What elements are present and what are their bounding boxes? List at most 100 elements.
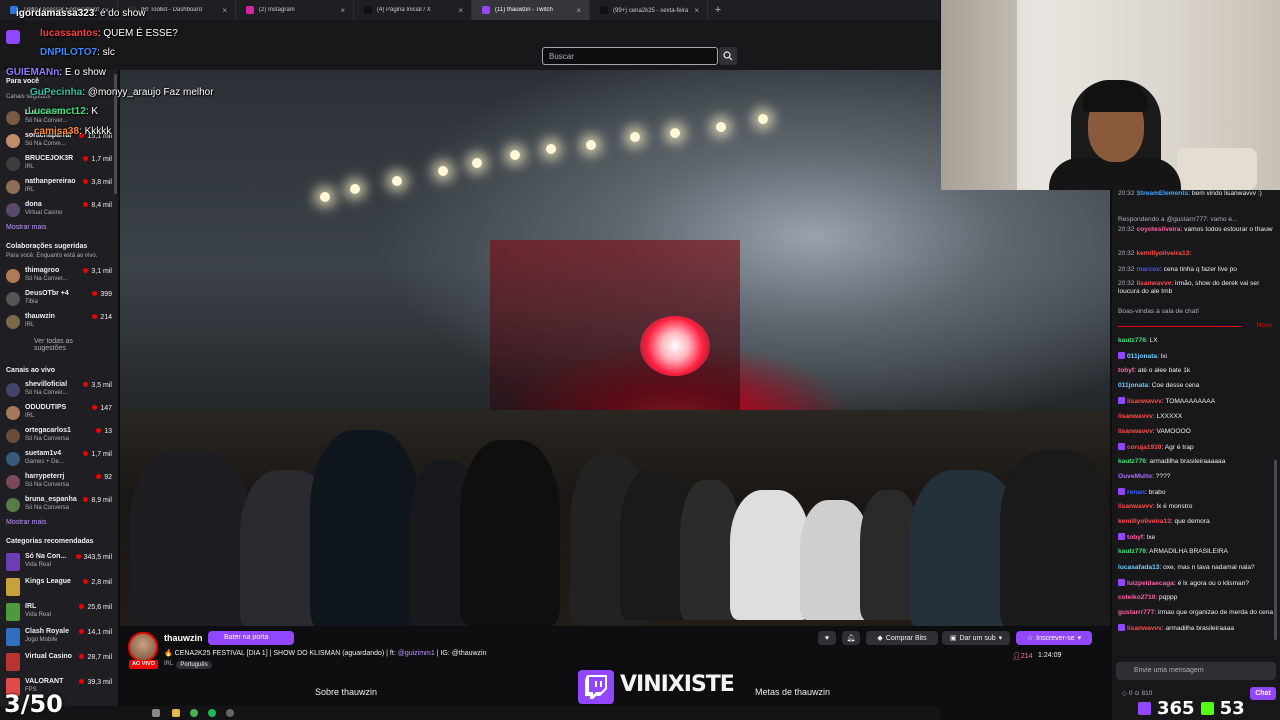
channel-item[interactable]: suetam1v4 Games + De... 1,7 mil <box>6 449 112 469</box>
notifications-button[interactable]: 🔔︎ <box>842 631 860 645</box>
show-more-link[interactable]: Mostrar mais <box>6 224 46 231</box>
chat-username[interactable]: kemillyoliveira13 <box>1118 518 1171 525</box>
tag-category[interactable]: IRL <box>164 661 173 669</box>
chat-username[interactable]: 011jonata <box>1127 353 1157 360</box>
chat-username[interactable]: coruja1910 <box>1127 444 1161 451</box>
chat-username[interactable]: coyotesilveira <box>1137 226 1181 233</box>
stream-title-mention[interactable]: @guizimm1 <box>398 650 435 657</box>
channel-item[interactable]: nathanpereirao IRL 3,8 mil <box>6 177 112 197</box>
chat-text: : bem vindo lisanwavvv :) <box>1188 190 1262 197</box>
folder-icon[interactable] <box>172 709 180 717</box>
browser-tab[interactable]: (2) Instagram × <box>236 0 354 20</box>
gift-sub-button[interactable]: ▣ Dar um sub ▾ <box>942 631 1010 645</box>
chat-text: : Coe desse cena <box>1148 382 1200 390</box>
channel-avatar[interactable] <box>128 632 158 662</box>
goals-tab[interactable]: Metas de thauwzin <box>755 687 830 697</box>
close-tab-icon[interactable]: × <box>458 6 463 15</box>
category-item[interactable]: Kings League 2,8 mil <box>6 577 112 597</box>
channel-item[interactable]: thauwzin IRL 214 <box>6 312 112 332</box>
browser-tab[interactable]: (4) Página Inicial / X × <box>354 0 472 20</box>
chat-username[interactable]: kemillyoliveira13 <box>1137 250 1190 257</box>
chat-username[interactable]: kautz776 <box>1118 337 1146 344</box>
new-tab-button[interactable]: + <box>708 0 728 20</box>
spotify-icon[interactable] <box>208 709 216 717</box>
chat-username[interactable]: luizpeldaecaga <box>1127 580 1174 587</box>
overlay-chat-line: Lucasmct12: K <box>28 106 98 117</box>
channel-item[interactable]: BRUCEJOK3R IRL 1,7 mil <box>6 154 112 174</box>
chat-username[interactable]: kautz776 <box>1118 548 1146 555</box>
show-more-link[interactable]: Mostrar mais <box>6 519 46 526</box>
left-sidebar: Para você Canais seguidos Lucasmct12 Só Na … <box>0 70 118 706</box>
chat-text: : <box>1189 250 1192 257</box>
knock-button[interactable]: Bater na porta <box>208 631 294 645</box>
chat-text: : pqppp <box>1155 593 1178 601</box>
chat-message-input[interactable]: Envie uma mensagem <box>1116 662 1276 680</box>
overlay-chat-line: camisa38: Kkkkk <box>34 126 111 137</box>
see-all-suggestions[interactable]: Ver todas as sugestões <box>6 338 112 358</box>
search-icon <box>723 51 733 61</box>
chat-username[interactable]: lisanwavvv <box>1127 625 1162 632</box>
follow-button[interactable]: ♥ <box>818 631 836 645</box>
chat-username[interactable]: lisanwavvv <box>1118 428 1153 435</box>
chat-username[interactable]: lucasafada13 <box>1118 564 1159 571</box>
chat-username[interactable]: StreamElements <box>1137 190 1189 197</box>
chat-welcome-text: Boas-vindas à sala de chat! <box>1118 308 1200 315</box>
chat-username[interactable]: lisanwavvv <box>1118 413 1153 420</box>
chat-timestamp: 20:32 <box>1118 190 1135 197</box>
close-tab-icon[interactable]: × <box>340 6 345 15</box>
channel-item[interactable]: ortegacarlos1 Só Na Conversa 13 <box>6 426 112 446</box>
chat-username[interactable]: gustarrr777 <box>1118 609 1154 616</box>
chat-username[interactable]: kautz776 <box>1118 458 1146 465</box>
stage-light <box>350 184 360 194</box>
category-item[interactable]: Virtual Casino 28,7 mil <box>6 652 112 672</box>
category-box-art <box>6 653 20 671</box>
buy-bits-button[interactable]: ◆ Comprar Bits <box>866 631 938 645</box>
channel-points[interactable]: ◇ 0 ⊙ 810 <box>1122 689 1152 697</box>
category-item[interactable]: Clash Royale Jogo Mobile 14,1 mil <box>6 627 112 647</box>
category-item[interactable]: IRL Vida Real 25,6 mil <box>6 602 112 622</box>
browser-tab[interactable]: (99+) cena2k25 - sexta-feira ⊕ × <box>590 0 708 20</box>
chat-username[interactable]: OuveMuito <box>1118 473 1152 480</box>
avatar <box>6 111 20 125</box>
overlay-chat-user: camisa38 <box>34 126 80 137</box>
chat-message: 011jonata: lxi <box>1118 352 1274 361</box>
chat-username[interactable]: coleiko2710 <box>1118 594 1155 601</box>
channel-item[interactable]: DeusOTbr +4 Tibia 399 <box>6 289 112 309</box>
browser-tab[interactable]: (11) thauwzin - Twitch × <box>472 0 590 20</box>
app-icon[interactable] <box>226 709 234 717</box>
close-tab-icon[interactable]: × <box>222 6 227 15</box>
chrome-icon[interactable] <box>190 709 198 717</box>
chat-scrollbar[interactable] <box>1274 460 1277 640</box>
chat-username[interactable]: renan <box>1127 489 1145 496</box>
chat-text: : irmao que organizao de merda do cena <box>1154 608 1274 616</box>
close-tab-icon[interactable]: × <box>576 6 581 15</box>
search-input[interactable]: Buscar <box>542 47 718 65</box>
about-tab[interactable]: Sobre thauwzin <box>315 687 377 697</box>
channel-name[interactable]: thauwzin <box>164 633 203 643</box>
close-tab-icon[interactable]: × <box>694 6 699 15</box>
category-item[interactable]: Só Na Con... Vida Real 343,5 mil <box>6 552 112 572</box>
live-dot-icon <box>83 156 89 161</box>
search-button[interactable] <box>719 47 737 65</box>
channel-item[interactable]: dona Virtual Casino 8,4 mil <box>6 200 112 220</box>
chat-username[interactable]: 011jonata <box>1118 382 1148 389</box>
taskview-icon[interactable] <box>152 709 160 717</box>
channel-item[interactable]: bruna_espanha Só Na Conversa 8,9 mil <box>6 495 112 515</box>
channel-item[interactable]: ODUDUTIPS IRL 147 <box>6 403 112 423</box>
chat-username[interactable]: tobyf <box>1118 367 1134 374</box>
chat-username[interactable]: lisanwavvv <box>1127 398 1162 405</box>
channel-category: IRL <box>25 187 35 193</box>
chat-username[interactable]: marcos <box>1137 266 1160 273</box>
subscribe-button[interactable]: ☆ Inscrever-se ▾ <box>1016 631 1092 645</box>
chat-send-button[interactable]: Chat <box>1250 687 1276 700</box>
channel-item[interactable]: thimagroo Só Na Conver... 3,1 mil <box>6 266 112 286</box>
channel-category: Só Na Conve... <box>25 141 66 147</box>
avatar <box>6 134 20 148</box>
chat-username[interactable]: tobyf <box>1127 534 1143 541</box>
twitch-logo-icon[interactable] <box>6 30 20 44</box>
channel-item[interactable]: harrypeterrj Só Na Conversa 92 <box>6 472 112 492</box>
chat-username[interactable]: lisanwavvv <box>1137 280 1172 287</box>
tag-language[interactable]: Português <box>176 661 212 669</box>
channel-item[interactable]: shevilloficial Só Na Conver... 3,5 mil <box>6 380 112 400</box>
chat-username[interactable]: lisanwavvv <box>1118 503 1153 510</box>
